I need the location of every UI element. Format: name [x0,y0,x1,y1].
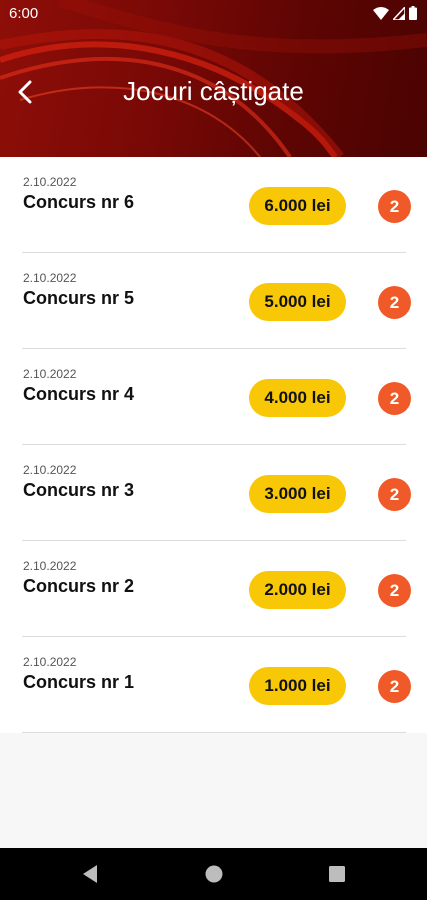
list-item[interactable]: 2.10.2022 Concurs nr 1 1.000 lei 2 [0,637,427,733]
status-icons [373,6,417,20]
game-date: 2.10.2022 [23,367,77,381]
count-badge: 2 [378,670,411,703]
count-badge: 2 [378,286,411,319]
nav-recents-icon [329,866,345,882]
game-title: Concurs nr 2 [23,576,135,596]
prize-badge: 3.000 lei [249,475,346,513]
game-title: Concurs nr 6 [23,192,135,212]
app-header: 6:00 Jocuri câștigate [0,0,427,157]
status-time: 6:00 [9,5,39,22]
game-date: 2.10.2022 [23,559,77,573]
wifi-icon [373,6,389,20]
list-item[interactable]: 2.10.2022 Concurs nr 6 6.000 lei 2 [0,157,427,253]
game-date: 2.10.2022 [23,463,77,477]
system-nav-bar [0,848,427,900]
prize-badge: 2.000 lei [249,571,346,609]
game-date: 2.10.2022 [23,655,77,669]
game-title: Concurs nr 3 [23,480,135,500]
won-games-list: 2.10.2022 Concurs nr 6 6.000 lei 2 2.10.… [0,157,427,733]
list-item[interactable]: 2.10.2022 Concurs nr 2 2.000 lei 2 [0,541,427,637]
prize-badge: 1.000 lei [249,667,346,705]
nav-home-button[interactable] [205,864,223,889]
game-title: Concurs nr 4 [23,384,135,404]
list-item[interactable]: 2.10.2022 Concurs nr 4 4.000 lei 2 [0,349,427,445]
count-badge: 2 [378,574,411,607]
list-item[interactable]: 2.10.2022 Concurs nr 3 3.000 lei 2 [0,445,427,541]
nav-back-icon [83,865,97,883]
game-date: 2.10.2022 [23,175,77,189]
count-badge: 2 [378,382,411,415]
list-item[interactable]: 2.10.2022 Concurs nr 5 5.000 lei 2 [0,253,427,349]
nav-home-icon [205,865,223,883]
game-title: Concurs nr 5 [23,288,135,308]
prize-badge: 4.000 lei [249,379,346,417]
battery-icon [409,6,417,20]
nav-recents-button[interactable] [328,864,346,889]
count-badge: 2 [378,190,411,223]
count-badge: 2 [378,478,411,511]
page-title: Jocuri câștigate [123,76,304,106]
signal-icon [393,6,405,20]
nav-back-button[interactable] [81,864,99,889]
game-date: 2.10.2022 [23,271,77,285]
prize-badge: 6.000 lei [249,187,346,225]
status-bar: 6:00 [0,0,427,28]
game-title: Concurs nr 1 [23,672,135,692]
prize-badge: 5.000 lei [249,283,346,321]
